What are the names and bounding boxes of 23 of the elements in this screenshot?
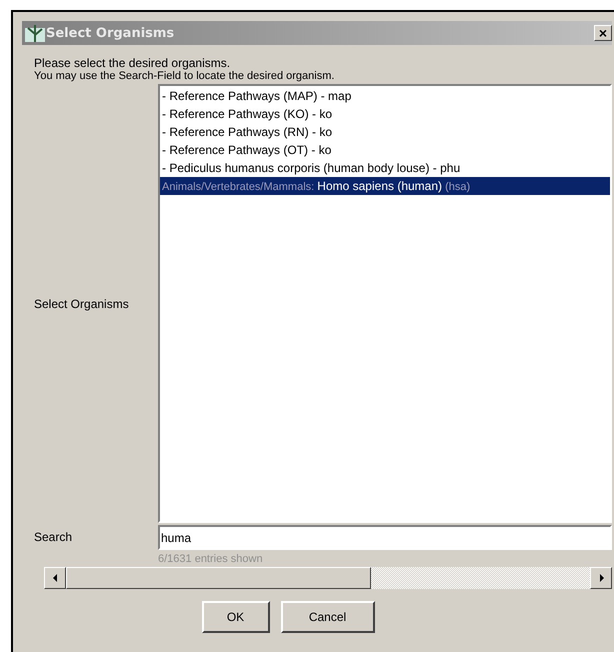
entries-count: 6/1631 entries shown — [158, 552, 264, 565]
dialog-button[interactable]: Cancel — [280, 601, 374, 633]
organism-list[interactable] — [158, 84, 612, 523]
organism-item[interactable]: - Reference Pathways (OT) - ko — [160, 141, 610, 159]
scroll-right-button[interactable] — [590, 567, 612, 589]
scroll-left-button[interactable] — [44, 567, 66, 589]
instruction-text: You may use the Search-Field to locate the desired organism. — [34, 70, 336, 82]
right-arrow-icon — [598, 574, 604, 582]
scrollbar-thumb[interactable] — [66, 567, 371, 589]
window-title: Select Organisms — [46, 26, 176, 40]
organism-item[interactable]: - Reference Pathways (KO) - ko — [160, 105, 610, 123]
organism-item[interactable]: - Reference Pathways (RN) - ko — [160, 123, 610, 141]
organism-item[interactable]: - Reference Pathways (MAP) - map — [160, 87, 610, 105]
field-label: Select Organisms — [34, 296, 130, 310]
dialog-button[interactable]: OK — [202, 601, 270, 633]
plant-icon — [24, 22, 46, 44]
field-label: Search — [34, 530, 74, 544]
close-button[interactable]: × — [594, 25, 612, 41]
search-field[interactable]: huma — [158, 525, 612, 550]
organism-item[interactable]: Animals/Vertebrates/Mammals: Homo sapiens (human) (hsa) — [160, 177, 610, 195]
left-arrow-icon — [52, 574, 58, 582]
instruction-text: Please select the desired organisms. — [34, 56, 232, 70]
organism-item[interactable]: - Pediculus humanus corporis (human body louse) - phu — [160, 159, 610, 177]
